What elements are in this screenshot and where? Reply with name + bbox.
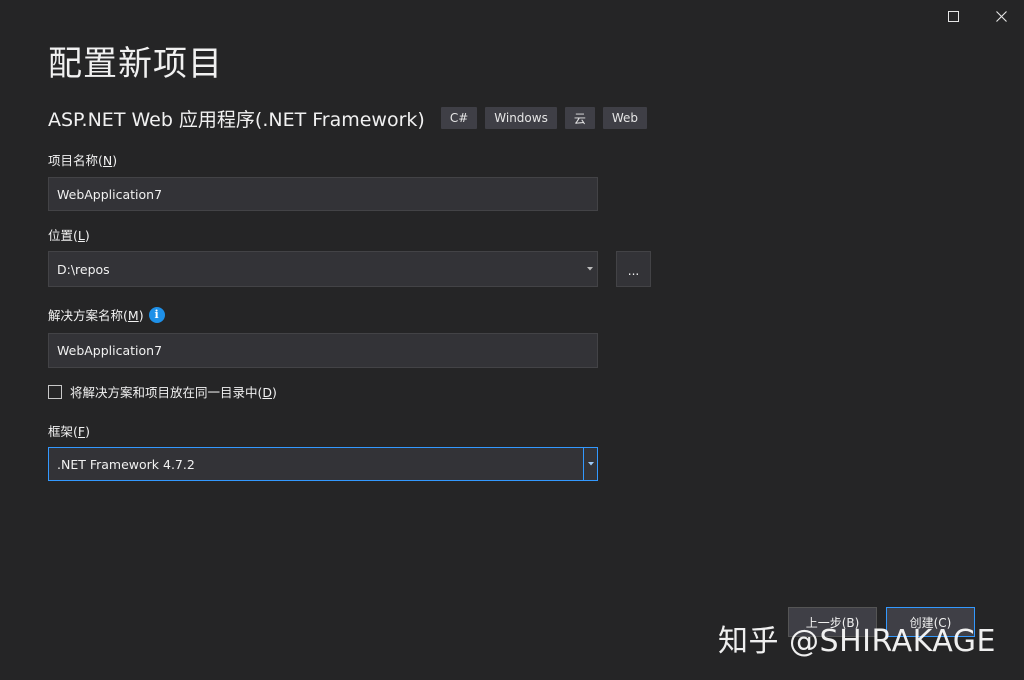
project-name-label: 项目名称(N) — [48, 153, 118, 168]
framework-value: .NET Framework 4.7.2 — [57, 456, 195, 472]
tag-csharp: C# — [440, 107, 478, 129]
watermark: 知乎 @SHIRAKAGE — [718, 624, 996, 659]
tag-web: Web — [602, 107, 648, 129]
dropdown-arrow-icon[interactable] — [583, 448, 597, 480]
project-name-input[interactable]: WebApplication7 — [48, 177, 598, 211]
page-title: 配置新项目 — [48, 44, 223, 84]
close-icon — [995, 10, 1007, 22]
framework-label: 框架(F) — [48, 424, 90, 439]
solution-name-label: 解决方案名称(M) — [48, 308, 144, 323]
solution-name-label-row: 解决方案名称(M) i — [48, 305, 165, 324]
dropdown-arrow-icon[interactable] — [583, 252, 597, 286]
framework-select[interactable]: .NET Framework 4.7.2 — [48, 447, 598, 481]
location-value: D:\repos — [57, 261, 110, 277]
tag-cloud: 云 — [564, 107, 595, 129]
same-directory-checkbox[interactable] — [48, 384, 62, 399]
maximize-icon — [947, 10, 959, 22]
same-directory-option[interactable]: 将解决方案和项目放在同一目录中(D) — [48, 382, 277, 401]
close-button[interactable] — [986, 1, 1016, 31]
template-info: ASP.NET Web 应用程序(.NET Framework) C# Wind… — [48, 104, 655, 132]
info-icon[interactable]: i — [148, 306, 165, 323]
same-directory-label: 将解决方案和项目放在同一目录中(D) — [70, 385, 277, 400]
tag-windows: Windows — [485, 107, 557, 129]
maximize-button[interactable] — [938, 1, 968, 31]
location-label: 位置(L) — [48, 228, 90, 243]
solution-name-input[interactable]: WebApplication7 — [48, 333, 598, 368]
template-name: ASP.NET Web 应用程序(.NET Framework) — [48, 108, 425, 131]
location-combobox[interactable]: D:\repos — [48, 251, 598, 287]
browse-button[interactable]: ... — [616, 251, 651, 287]
